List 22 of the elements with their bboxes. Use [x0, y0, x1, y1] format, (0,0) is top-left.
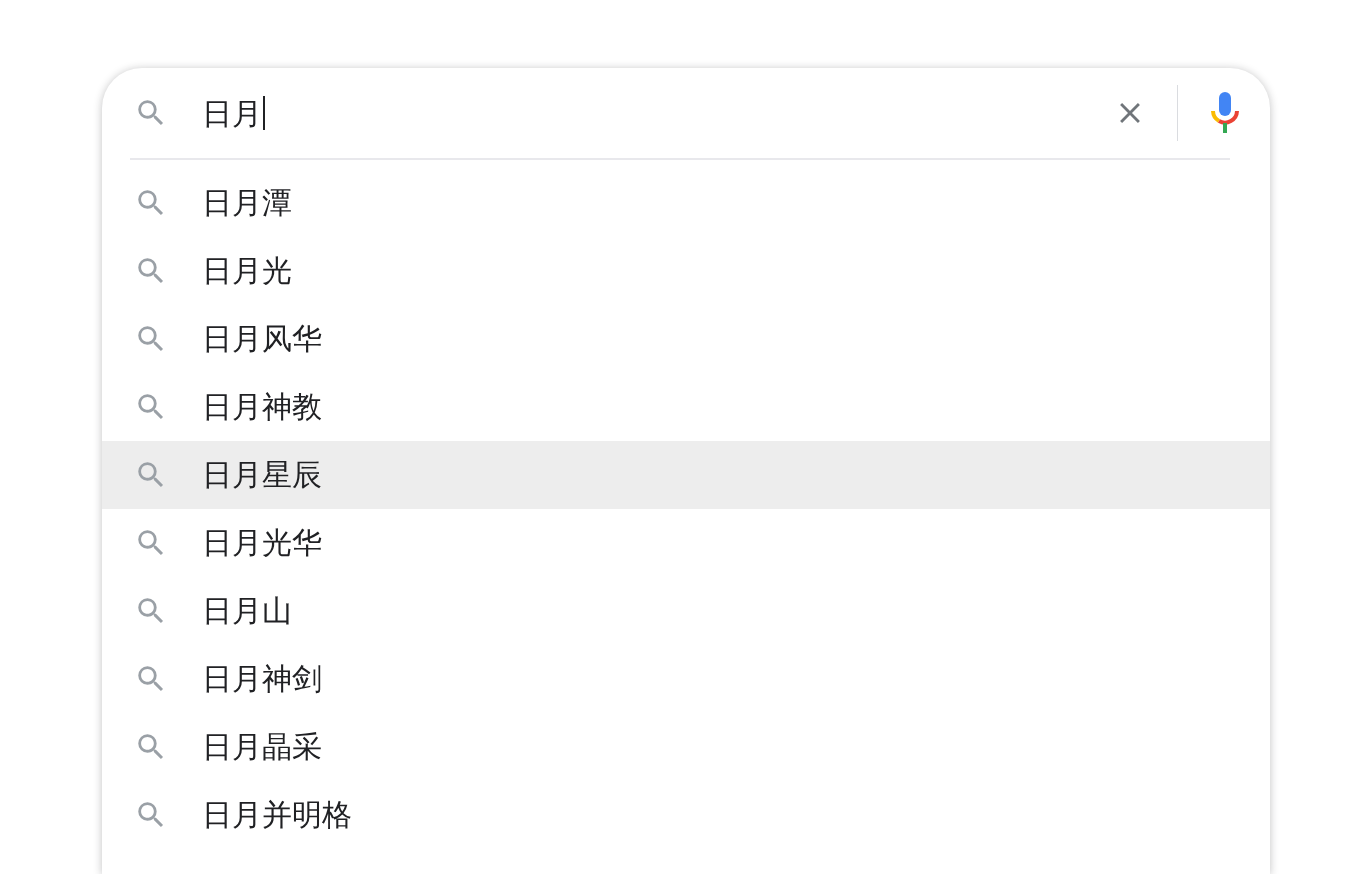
- suggestion-text: 日月星辰: [201, 460, 322, 490]
- suggestion-text: 日月山: [201, 596, 292, 626]
- suggestion-item[interactable]: 日月星辰: [102, 441, 1270, 509]
- suggestion-item[interactable]: 日月并明格: [102, 781, 1270, 849]
- suggestion-text: 日月神剑: [201, 664, 322, 694]
- suggestion-item[interactable]: 日月山: [102, 577, 1270, 645]
- microphone-icon[interactable]: [1210, 92, 1240, 134]
- suggestion-item[interactable]: 日月潭: [102, 169, 1270, 237]
- suggestion-item[interactable]: 日月晶采: [102, 713, 1270, 781]
- suggestion-item[interactable]: 日月光华: [102, 509, 1270, 577]
- search-field[interactable]: 日月: [168, 96, 1113, 130]
- suggestion-text: 日月并明格: [201, 800, 352, 830]
- suggestion-text: 日月光: [201, 256, 292, 286]
- suggestion-item[interactable]: 日月风华: [102, 305, 1270, 373]
- suggestion-item[interactable]: 日月光: [102, 237, 1270, 305]
- suggestion-text: 日月光华: [201, 528, 322, 558]
- suggestion-text: 日月潭: [201, 188, 292, 218]
- suggestion-item[interactable]: 日月神教: [102, 373, 1270, 441]
- suggestion-text: 日月风华: [201, 324, 322, 354]
- suggestion-text: 日月神教: [201, 392, 322, 422]
- suggestion-text: 日月晶采: [201, 732, 322, 762]
- suggestion-item[interactable]: 日月神剑: [102, 645, 1270, 713]
